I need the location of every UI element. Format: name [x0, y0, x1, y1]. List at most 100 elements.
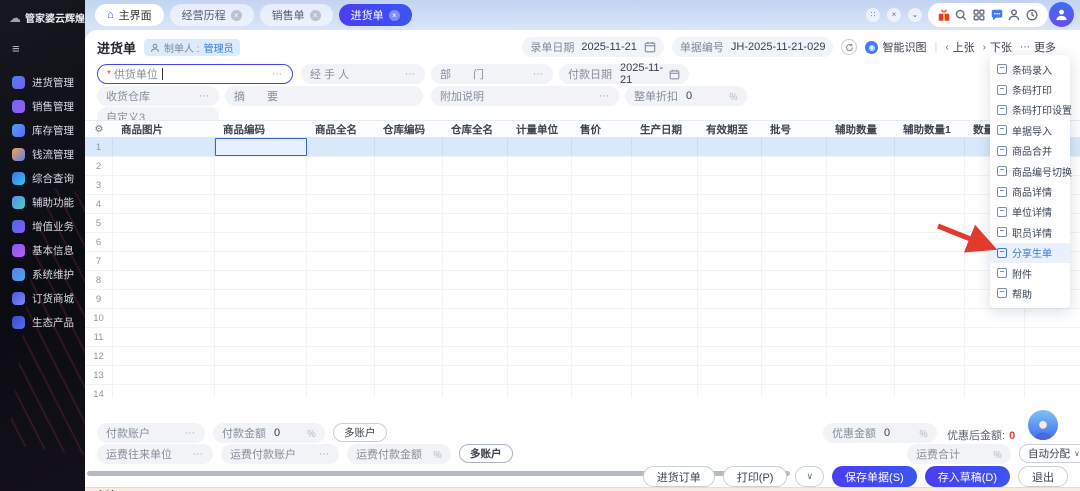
record-date-field[interactable]: 录单日期 2025-11-21: [522, 37, 663, 57]
cell-批号[interactable]: [762, 366, 827, 384]
cell-仓库全名[interactable]: [443, 214, 508, 232]
cell-生产日期[interactable]: [632, 176, 698, 194]
cell-计量单位[interactable]: [508, 176, 572, 194]
cell-商品编码[interactable]: [215, 176, 307, 194]
cell-商品图片[interactable]: [113, 252, 215, 270]
cell-辅助数量1[interactable]: [895, 366, 965, 384]
tab-close-icon[interactable]: ×: [389, 10, 400, 21]
cell-商品图片[interactable]: [113, 271, 215, 289]
user-avatar[interactable]: [1049, 2, 1074, 27]
cell-售价[interactable]: [572, 233, 632, 251]
cell-售价[interactable]: [572, 195, 632, 213]
cell-批号[interactable]: [762, 195, 827, 213]
cell-商品全名[interactable]: [307, 157, 375, 175]
sidebar-item-综合查询[interactable]: 综合查询: [0, 166, 85, 190]
menu-item-商品合并[interactable]: 商品合并: [990, 141, 1070, 161]
sidebar-item-增值业务[interactable]: 增值业务: [0, 214, 85, 238]
cell-仓库全名[interactable]: [443, 385, 508, 397]
cell-商品图片[interactable]: [113, 290, 215, 308]
cell-商品全名[interactable]: [307, 366, 375, 384]
cell-商品图片[interactable]: [113, 138, 215, 156]
print-button[interactable]: 打印(P): [723, 466, 788, 487]
menu-item-帮助[interactable]: 帮助: [990, 283, 1070, 303]
pay-date-input[interactable]: 付款日期 2025-11-21: [559, 64, 689, 84]
cell-辅助数量[interactable]: [827, 328, 895, 346]
cell-辅助数量[interactable]: [827, 366, 895, 384]
cell-辅助数量[interactable]: [827, 138, 895, 156]
cell-仓库编码[interactable]: [375, 271, 443, 289]
cell-批号[interactable]: [762, 290, 827, 308]
menu-item-单位详情[interactable]: 单位详情: [990, 202, 1070, 222]
cell-仓库全名[interactable]: [443, 309, 508, 327]
cell-商品全名[interactable]: [307, 252, 375, 270]
note-picker-icon[interactable]: ⋯: [599, 91, 610, 102]
summary-input[interactable]: 摘 要: [225, 86, 423, 106]
cell-商品编码[interactable]: [215, 347, 307, 365]
cell-有效期至[interactable]: [698, 347, 762, 365]
cell-辅助数量[interactable]: [827, 271, 895, 289]
cell-商品全名[interactable]: [307, 233, 375, 251]
cell-售价[interactable]: [572, 157, 632, 175]
sidebar-item-钱流管理[interactable]: 钱流管理: [0, 142, 85, 166]
cell-商品全名[interactable]: [307, 347, 375, 365]
cell-计量单位[interactable]: [508, 290, 572, 308]
save-draft-button[interactable]: 存入草稿(D): [925, 466, 1010, 487]
cell-仓库编码[interactable]: [375, 309, 443, 327]
supplier-input[interactable]: * 供货单位 ⋯: [97, 64, 293, 84]
cell-批号[interactable]: [762, 271, 827, 289]
cell-售价[interactable]: [572, 214, 632, 232]
cell-售价[interactable]: [572, 347, 632, 365]
drag-handle-icon[interactable]: ∷: [866, 8, 880, 22]
menu-item-单据导入[interactable]: 单据导入: [990, 120, 1070, 140]
discount-amount-input[interactable]: 优惠金额 0 ％: [823, 423, 937, 443]
cell-商品全名[interactable]: [307, 385, 375, 397]
cell-辅助数量1[interactable]: [895, 195, 965, 213]
cell-辅助数量[interactable]: [827, 347, 895, 365]
cell-商品全名[interactable]: [307, 271, 375, 289]
column-header-有效期至[interactable]: 有效期至: [698, 122, 762, 137]
cell-商品图片[interactable]: [113, 233, 215, 251]
cell-辅助数量[interactable]: [827, 176, 895, 194]
ai-recognize-button[interactable]: ◉ 智能识图: [865, 39, 926, 55]
gift-icon[interactable]: [937, 8, 951, 22]
cell-商品图片[interactable]: [113, 385, 215, 397]
cell-批号[interactable]: [762, 233, 827, 251]
cell-仓库全名[interactable]: [443, 233, 508, 251]
cell-有效期至[interactable]: [698, 214, 762, 232]
column-header-售价[interactable]: 售价: [572, 122, 632, 137]
cell-仓库全名[interactable]: [443, 157, 508, 175]
cell-有效期至[interactable]: [698, 309, 762, 327]
menu-item-商品编号切换[interactable]: 商品编号切换: [990, 161, 1070, 181]
cell-仓库编码[interactable]: [375, 385, 443, 397]
cell-生产日期[interactable]: [632, 138, 698, 156]
sidebar-item-系统维护[interactable]: 系统维护: [0, 262, 85, 286]
cell-辅助数量[interactable]: [827, 290, 895, 308]
cell-商品全名[interactable]: [307, 290, 375, 308]
cell-辅助数量[interactable]: [827, 252, 895, 270]
cell-辅助数量[interactable]: [827, 309, 895, 327]
cell-计量单位[interactable]: [508, 157, 572, 175]
department-input[interactable]: 部 门 ⋯: [431, 64, 553, 84]
cell-批号[interactable]: [762, 157, 827, 175]
cell-仓库编码[interactable]: [375, 252, 443, 270]
cell-仓库全名[interactable]: [443, 176, 508, 194]
cell-商品编码[interactable]: [215, 157, 307, 175]
menu-item-商品详情[interactable]: 商品详情: [990, 181, 1070, 201]
cell-辅助数量1[interactable]: [895, 214, 965, 232]
tab-close-icon[interactable]: ×: [231, 10, 242, 21]
cell-有效期至[interactable]: [698, 385, 762, 397]
cell-售价[interactable]: [572, 385, 632, 397]
cell-商品编码[interactable]: [215, 309, 307, 327]
cell-仓库编码[interactable]: [375, 138, 443, 156]
cell-有效期至[interactable]: [698, 138, 762, 156]
menu-item-职员详情[interactable]: 职员详情: [990, 222, 1070, 242]
cell-生产日期[interactable]: [632, 252, 698, 270]
sidebar-item-生态产品[interactable]: 生态产品: [0, 310, 85, 334]
tab-3[interactable]: 销售单×: [260, 4, 333, 26]
cell-仓库全名[interactable]: [443, 366, 508, 384]
cell-商品编码[interactable]: [215, 385, 307, 397]
cell-有效期至[interactable]: [698, 271, 762, 289]
cell-辅助数量1[interactable]: [895, 290, 965, 308]
cell-有效期至[interactable]: [698, 328, 762, 346]
supplier-picker-icon[interactable]: ⋯: [272, 69, 283, 80]
